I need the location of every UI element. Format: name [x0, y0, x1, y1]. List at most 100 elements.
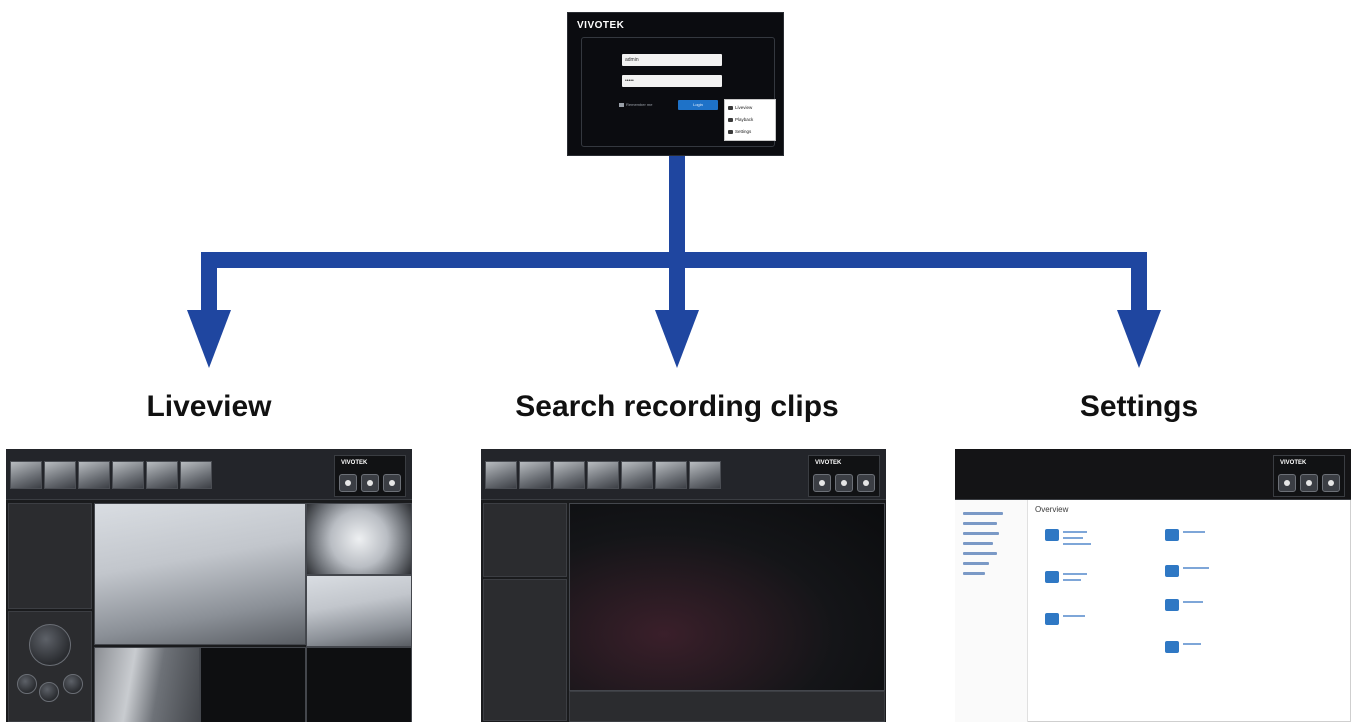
login-destination-menu[interactable]: Liveview Playback Settings [724, 99, 776, 141]
search-screenshot: VIVOTEK [481, 449, 886, 722]
login-screen: VIVOTEK admin ••••• Remember me Login Li… [567, 12, 784, 156]
settings-sidebar [955, 500, 1028, 722]
remember-me-label: Remember me [626, 102, 653, 107]
brand-logo: VIVOTEK [341, 460, 368, 466]
system-settings-icon [1045, 613, 1059, 625]
brand-panel: VIVOTEK [808, 455, 880, 497]
settings-link [1063, 531, 1087, 533]
camera-thumbnail [553, 461, 585, 489]
menu-item-settings[interactable]: Settings [728, 129, 751, 134]
search-toolbar: VIVOTEK [481, 449, 886, 500]
ptz-panel [8, 611, 92, 722]
camera-settings-icon [1045, 529, 1059, 541]
menu-item-playback[interactable]: Playback [728, 117, 753, 122]
brand-logo: VIVOTEK [1280, 460, 1307, 466]
network-settings-icon [1045, 571, 1059, 583]
focus-control [39, 682, 59, 702]
login-logo: VIVOTEK [577, 20, 625, 31]
sidebar-item [963, 532, 999, 535]
username-field[interactable]: admin [622, 54, 722, 66]
lock-icon [835, 474, 853, 492]
arrow-down-icon [655, 310, 699, 368]
storage-icon [1165, 529, 1179, 541]
sidebar-item [963, 542, 993, 545]
camera-view [200, 647, 306, 722]
menu-item-label: Liveview [735, 105, 753, 110]
main-camera-view [94, 503, 306, 645]
settings-link [1183, 601, 1203, 603]
iris-control [63, 674, 83, 694]
settings-link [1063, 573, 1087, 575]
lock-icon [1300, 474, 1318, 492]
liveview-caption: Liveview [146, 390, 272, 423]
settings-link [1183, 567, 1209, 569]
playback-icon [728, 117, 733, 122]
camera-view [306, 647, 412, 722]
playback-view [569, 503, 885, 691]
trunk-line [669, 156, 685, 268]
camera-thumbnail [587, 461, 619, 489]
password-field[interactable]: ••••• [622, 75, 722, 87]
settings-header: VIVOTEK [955, 449, 1351, 500]
settings-link [1063, 579, 1081, 581]
settings-link [1063, 537, 1083, 539]
remember-me-checkbox[interactable]: Remember me [619, 102, 652, 107]
camera-thumbnail [180, 461, 212, 489]
liveview-toolbar: VIVOTEK [6, 449, 412, 500]
lock-icon [361, 474, 379, 492]
settings-link [1183, 643, 1201, 645]
user-icon [1165, 565, 1179, 577]
checkbox-icon [619, 102, 624, 107]
overview-heading: Overview [1035, 505, 1069, 514]
menu-item-label: Settings [735, 129, 752, 134]
account-icon [1165, 599, 1179, 611]
liveview-icon [728, 105, 733, 110]
camera-list-panel [8, 503, 92, 609]
menu-item-label: Playback [735, 117, 754, 122]
camera-thumbnail [689, 461, 721, 489]
sidebar-item [963, 552, 997, 555]
event-list-panel [483, 579, 567, 721]
camera-thumbnail [44, 461, 76, 489]
brand-logo: VIVOTEK [815, 460, 842, 466]
camera-thumbnail [78, 461, 110, 489]
settings-link [1183, 531, 1205, 533]
camera-view [306, 575, 412, 647]
camera-thumbnail [146, 461, 178, 489]
menu-item-liveview[interactable]: Liveview [728, 105, 752, 110]
sidebar-item [963, 512, 1003, 515]
sidebar-item [963, 562, 989, 565]
arrow-down-icon [187, 310, 231, 368]
settings-icon [728, 129, 733, 134]
brand-panel: VIVOTEK [1273, 455, 1345, 497]
camera-thumbnail [10, 461, 42, 489]
camera-thumbnail [621, 461, 653, 489]
camera-thumbnail [519, 461, 551, 489]
eye-icon [339, 474, 357, 492]
settings-link [1063, 615, 1085, 617]
settings-link [1063, 543, 1091, 545]
eye-icon [1278, 474, 1296, 492]
calendar-panel [483, 503, 567, 577]
login-button[interactable]: Login [678, 100, 718, 110]
log-icon [1165, 641, 1179, 653]
zoom-control [17, 674, 37, 694]
sidebar-item [963, 522, 997, 525]
liveview-screenshot: VIVOTEK [6, 449, 412, 722]
camera-thumbnail [485, 461, 517, 489]
sidebar-item [963, 572, 985, 575]
timeline-panel [569, 691, 885, 722]
camera-thumbnail [112, 461, 144, 489]
ptz-joystick [29, 624, 71, 666]
arrow-down-icon [1117, 310, 1161, 368]
brand-panel: VIVOTEK [334, 455, 406, 497]
camera-view [94, 647, 200, 722]
camera-view [306, 503, 412, 575]
search-caption: Search recording clips [515, 390, 839, 423]
gear-icon [857, 474, 875, 492]
connector-lines [201, 156, 1147, 322]
eye-icon [813, 474, 831, 492]
settings-screenshot: VIVOTEK Overview [955, 449, 1351, 722]
gear-icon [1322, 474, 1340, 492]
gear-icon [383, 474, 401, 492]
